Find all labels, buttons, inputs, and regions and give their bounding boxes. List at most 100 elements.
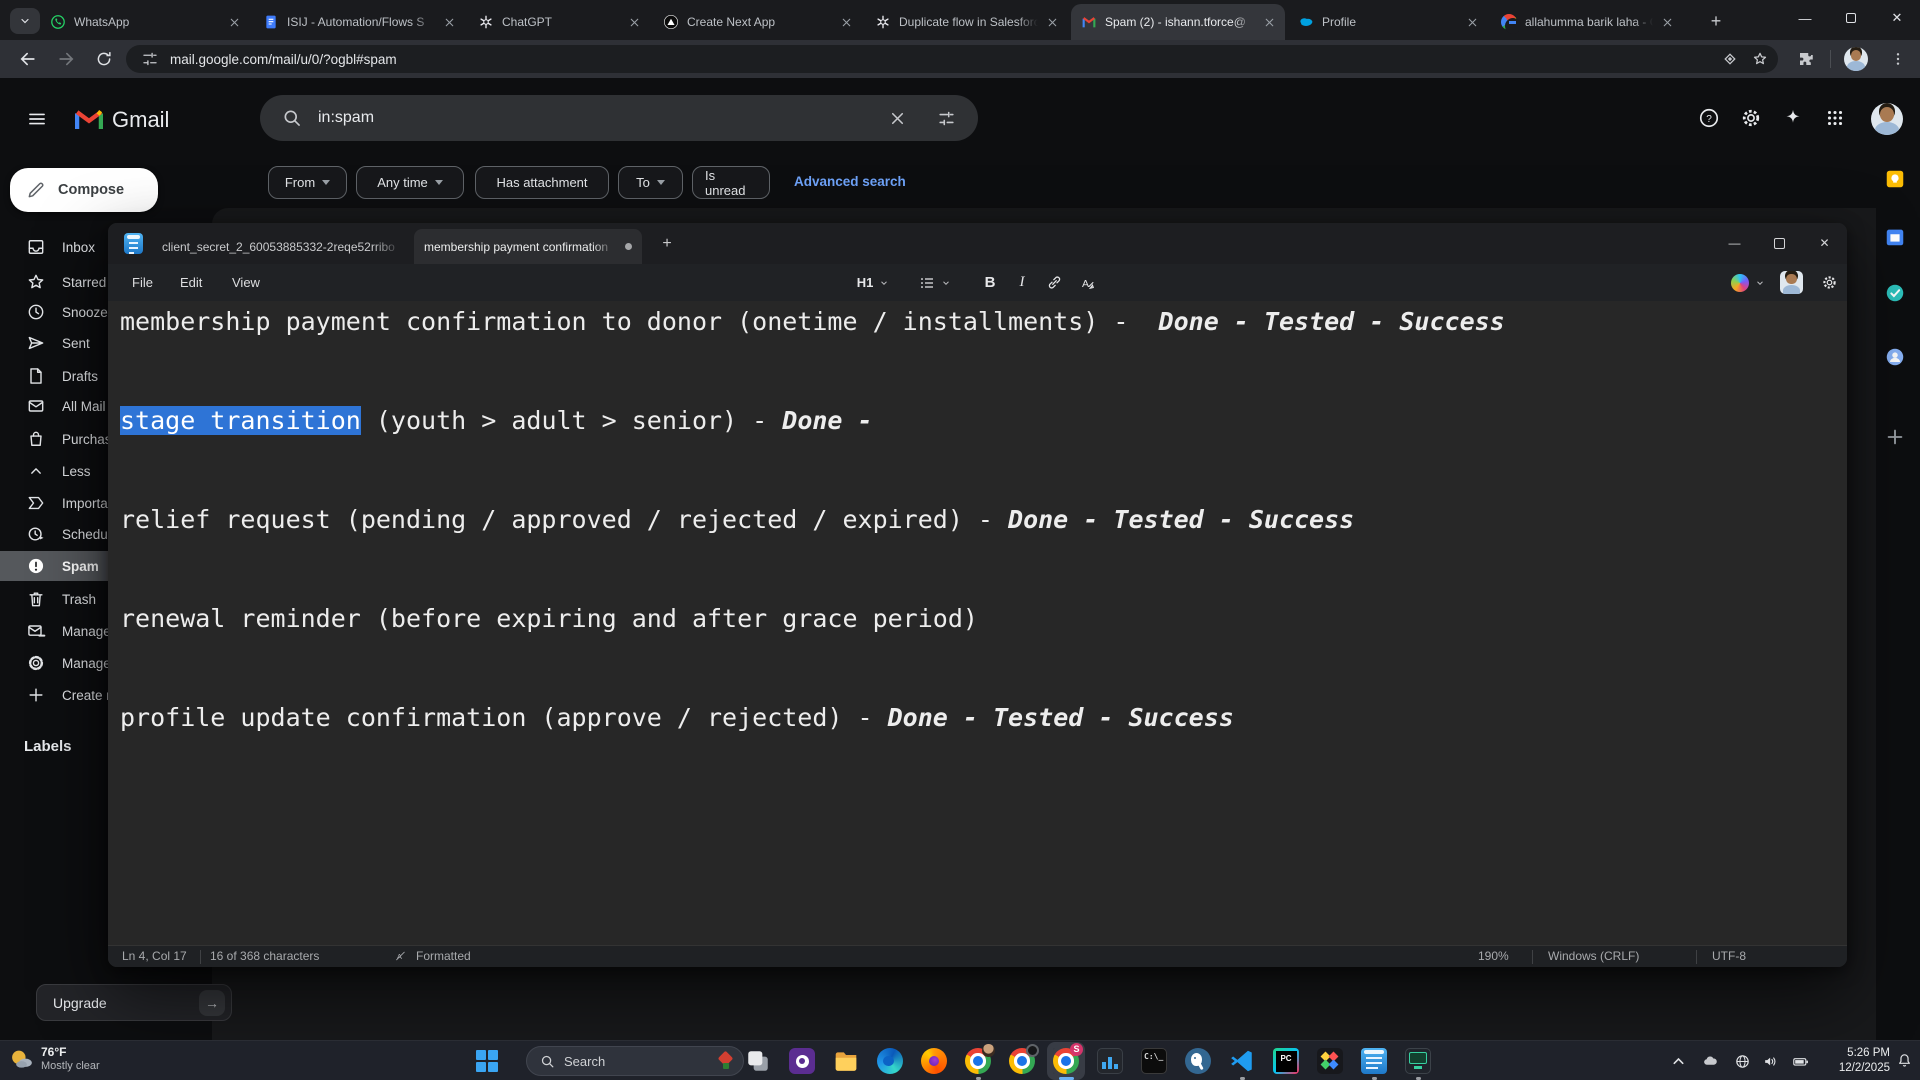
taskbar-app-notepad-app[interactable]: [1361, 1048, 1387, 1074]
menu-edit[interactable]: Edit: [168, 270, 214, 295]
taskbar-app-task-view[interactable]: [745, 1048, 771, 1074]
compose-button[interactable]: Compose: [10, 168, 158, 212]
notepad-new-tab-button[interactable]: +: [656, 233, 678, 255]
tab-close-icon[interactable]: [1261, 14, 1277, 30]
taskbar-app-file-explorer[interactable]: [833, 1048, 859, 1074]
tab-close-icon[interactable]: [626, 14, 642, 30]
contacts-icon[interactable]: [1884, 346, 1906, 368]
clear-search-icon[interactable]: [888, 109, 907, 128]
taskbar-clock[interactable]: 5:26 PM 12/2/2025: [1839, 1046, 1890, 1076]
taskbar-app-pycharm[interactable]: PC: [1273, 1048, 1299, 1074]
help-button[interactable]: ?: [1698, 107, 1722, 131]
menu-file[interactable]: File: [120, 270, 165, 295]
browser-menu-button[interactable]: [1886, 47, 1910, 71]
taskbar-app-chrome-profile-1[interactable]: [965, 1048, 991, 1074]
document-line-3[interactable]: relief request (pending / approved / rej…: [120, 503, 1847, 536]
notepad-minimize-button[interactable]: —: [1712, 223, 1757, 263]
tab-close-icon[interactable]: [226, 14, 242, 30]
taskbar-app-chrome-profile-2[interactable]: [1009, 1048, 1035, 1074]
notepad-tab-1[interactable]: client_secret_2_60053885332-2reqe52rribo: [152, 229, 412, 264]
browser-tab-3[interactable]: ChatGPT: [468, 4, 650, 40]
browser-tab-2[interactable]: ISIJ - Automation/Flows S: [253, 4, 465, 40]
heading-style-dropdown[interactable]: H1: [848, 268, 898, 297]
browser-profile-avatar[interactable]: [1844, 47, 1868, 71]
extensions-button[interactable]: [1794, 47, 1818, 71]
gmail-account-avatar[interactable]: [1871, 103, 1903, 135]
taskbar-app-chrome-active[interactable]: S: [1053, 1048, 1079, 1074]
document-line-2[interactable]: stage transition (youth > adult > senior…: [120, 404, 1847, 437]
reading-mode-icon[interactable]: [1721, 50, 1739, 68]
browser-tab-1[interactable]: WhatsApp: [40, 4, 250, 40]
bookmark-star-icon[interactable]: [1751, 50, 1769, 68]
gmail-search-bar[interactable]: in:spam: [260, 95, 978, 141]
browser-tab-7[interactable]: Profile: [1288, 4, 1488, 40]
document-line-4[interactable]: renewal reminder (before expiring and af…: [120, 602, 1847, 635]
search-highlight-icon[interactable]: [716, 1051, 736, 1071]
copilot-button[interactable]: [1726, 268, 1770, 297]
taskbar-app-task-manager[interactable]: [1097, 1048, 1123, 1074]
reload-button[interactable]: [90, 45, 118, 73]
search-chip-from[interactable]: From: [268, 166, 347, 199]
address-bar[interactable]: mail.google.com/mail/u/0/?ogbl#spam: [126, 45, 1778, 73]
tab-search-button[interactable]: [10, 8, 40, 34]
search-chip-any-time[interactable]: Any time: [356, 166, 464, 199]
taskbar-app-system-monitor[interactable]: [1405, 1048, 1431, 1074]
main-menu-button[interactable]: [22, 104, 52, 134]
google-apps-button[interactable]: [1824, 107, 1848, 131]
window-minimize-button[interactable]: —: [1786, 3, 1824, 33]
volume-icon[interactable]: [1762, 1053, 1779, 1070]
taskbar-app-design-app[interactable]: [1317, 1048, 1343, 1074]
list-style-dropdown[interactable]: [910, 268, 960, 297]
onedrive-cloud-icon[interactable]: [1702, 1053, 1719, 1070]
browser-tab-8[interactable]: allahumma barik laha - G: [1491, 4, 1683, 40]
start-button[interactable]: [476, 1050, 498, 1072]
taskbar-app-postgresql[interactable]: [1185, 1048, 1211, 1074]
forward-button[interactable]: [52, 45, 80, 73]
weather-widget[interactable]: 76°F Mostly clear: [8, 1045, 100, 1073]
taskbar-app-terminal[interactable]: C:\_: [1141, 1048, 1167, 1074]
gmail-search-input[interactable]: in:spam: [318, 109, 888, 127]
tab-close-icon[interactable]: [838, 14, 854, 30]
window-close-button[interactable]: ✕: [1878, 3, 1916, 33]
advanced-search-link[interactable]: Advanced search: [794, 174, 906, 189]
new-tab-button[interactable]: +: [1704, 9, 1728, 33]
browser-tab-4[interactable]: Create Next App: [653, 4, 862, 40]
search-options-icon[interactable]: [937, 109, 956, 128]
network-globe-icon[interactable]: [1734, 1053, 1751, 1070]
notepad-account-avatar[interactable]: [1780, 271, 1803, 294]
search-chip-to[interactable]: To: [618, 166, 683, 199]
battery-icon[interactable]: [1792, 1053, 1809, 1070]
notepad-maximize-button[interactable]: [1757, 223, 1802, 263]
document-line-5[interactable]: profile update confirmation (approve / r…: [120, 701, 1847, 734]
search-chip-has-attachment[interactable]: Has attachment: [475, 166, 609, 199]
site-settings-icon[interactable]: [141, 50, 159, 68]
notifications-bell-icon[interactable]: [1896, 1052, 1913, 1069]
notepad-settings-button[interactable]: [1814, 268, 1844, 297]
tab-close-icon[interactable]: [1044, 14, 1060, 30]
taskbar-search[interactable]: Search: [526, 1046, 744, 1076]
tasks-icon[interactable]: [1884, 282, 1906, 304]
clear-formatting-button[interactable]: A: [1072, 268, 1104, 297]
taskbar-app-firefox[interactable]: [921, 1048, 947, 1074]
browser-tab-5[interactable]: Duplicate flow in Salesforc: [865, 4, 1068, 40]
get-addons-button[interactable]: [1884, 426, 1906, 448]
browser-tab-6[interactable]: Spam (2) - ishann.tforce@: [1071, 4, 1285, 40]
taskbar-app-clipchamp[interactable]: [789, 1048, 815, 1074]
taskbar-app-vs-code[interactable]: [1229, 1048, 1255, 1074]
upgrade-button[interactable]: Upgrade →: [36, 984, 232, 1021]
tray-chevron-up-icon[interactable]: [1670, 1053, 1687, 1070]
url-text[interactable]: mail.google.com/mail/u/0/?ogbl#spam: [170, 52, 397, 67]
settings-button[interactable]: [1740, 107, 1764, 131]
tab-close-icon[interactable]: [1659, 14, 1675, 30]
search-icon[interactable]: [282, 108, 302, 128]
italic-button[interactable]: I: [1008, 268, 1036, 297]
back-button[interactable]: [14, 45, 42, 73]
tab-close-icon[interactable]: [1464, 14, 1480, 30]
search-chip-is-unread[interactable]: Is unread: [692, 166, 770, 199]
notepad-close-button[interactable]: ✕: [1802, 223, 1847, 263]
document-line-1[interactable]: membership payment confirmation to donor…: [120, 305, 1847, 338]
window-maximize-button[interactable]: [1832, 3, 1870, 33]
menu-view[interactable]: View: [220, 270, 272, 295]
notepad-editor[interactable]: membership payment confirmation to donor…: [108, 301, 1847, 945]
zoom-level[interactable]: 190%: [1478, 949, 1509, 963]
